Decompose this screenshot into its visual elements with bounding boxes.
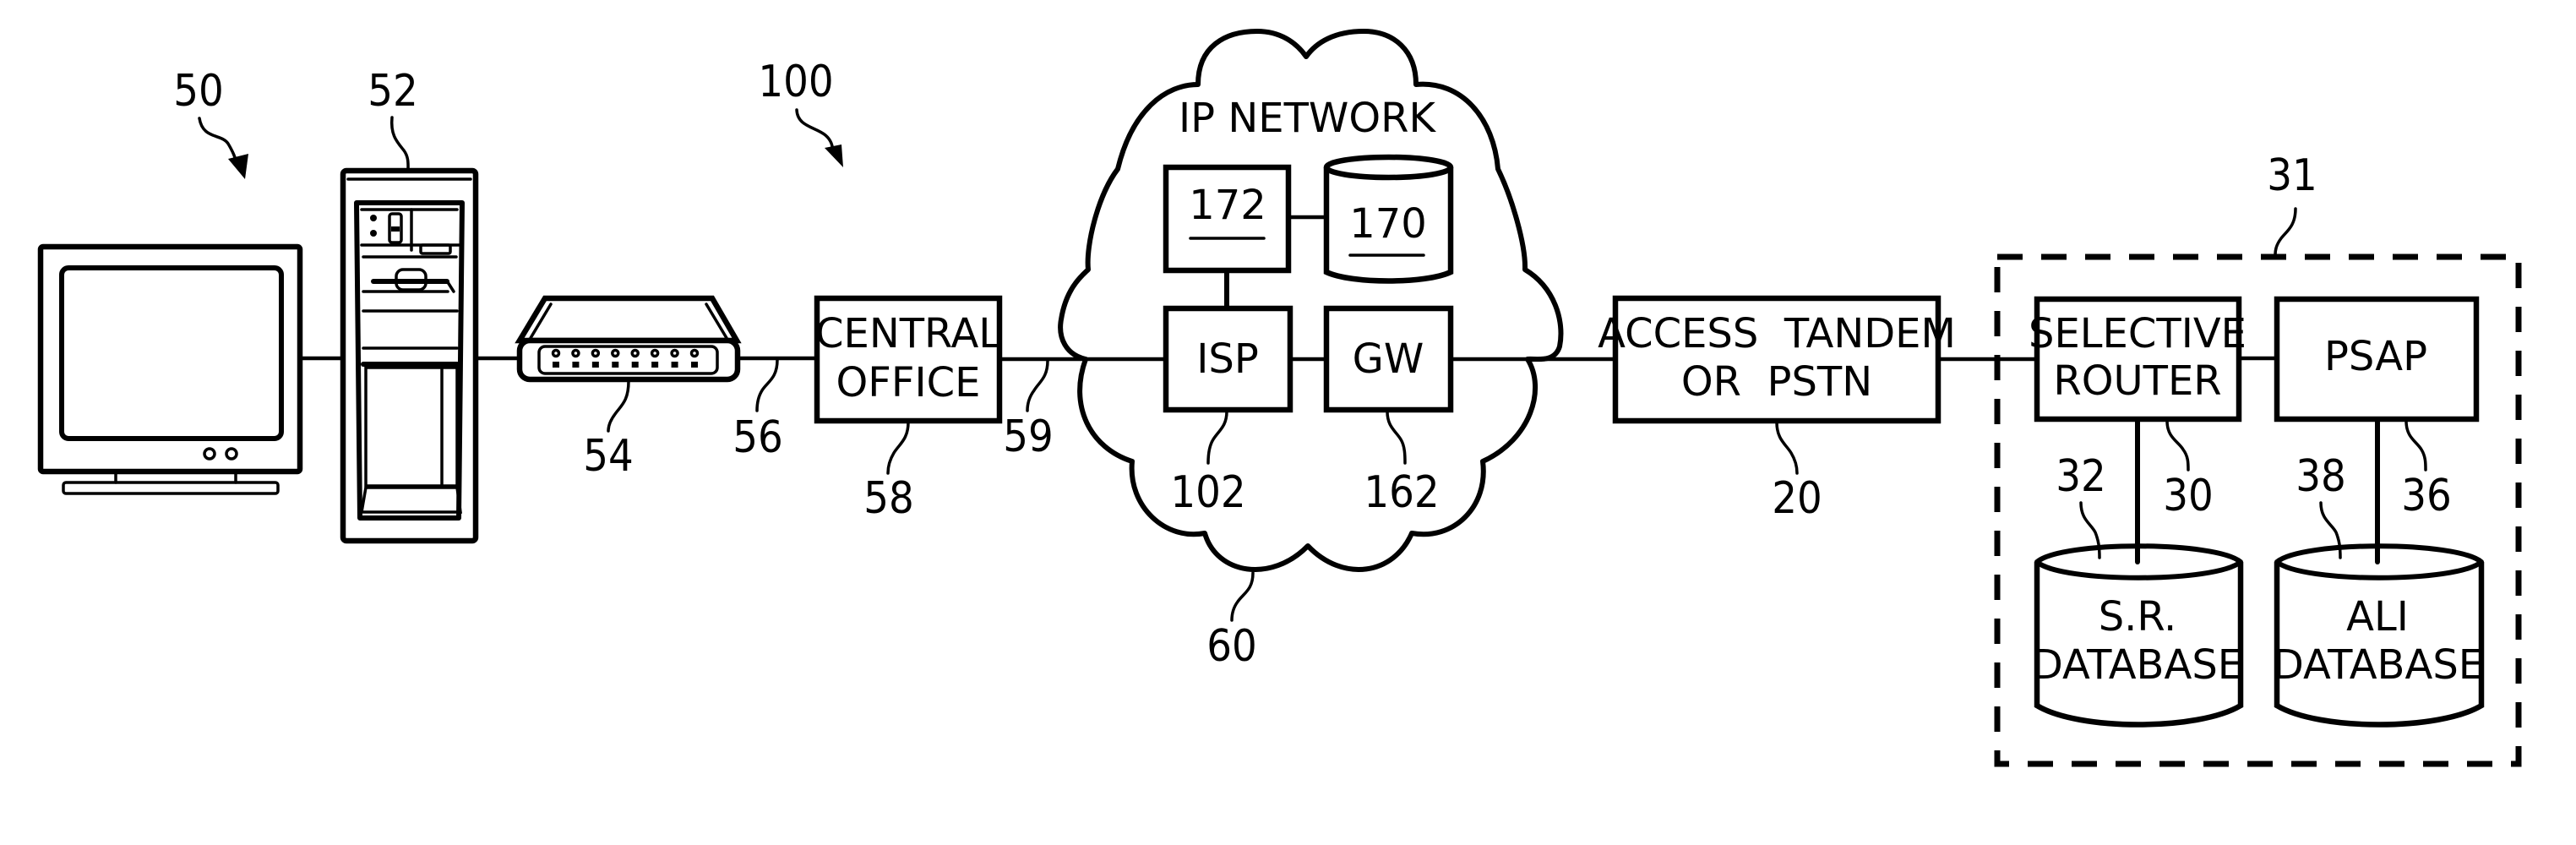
modem-icon [515,295,742,383]
leader-line-selective-router [2165,419,2190,472]
computer-monitor-icon [37,243,303,495]
server-label: 172 [1189,182,1266,229]
modem-led-label-mark [691,362,698,368]
leader-line-modem [607,379,630,433]
gateway-label: GW [1353,335,1424,383]
reference-arrow-system [795,108,843,167]
access-tandem-label-line2: OR PSTN [1681,358,1872,406]
ref-label-ip-network: 60 [1206,621,1257,672]
ref-label-sr-database: 32 [2056,451,2106,502]
access-tandem-block: ACCESS TANDEM OR PSTN [1598,295,1956,424]
ref-label-gateway: 162 [1364,467,1439,518]
isp-block: ISP [1163,305,1293,413]
leader-line-access-tandem [1775,421,1799,475]
sr-database-label-line1: S.R. [2099,593,2177,641]
leader-line-link-56 [755,358,779,412]
leader-line-ip-network [1230,571,1255,622]
ref-label-tower: 52 [368,66,418,117]
ref-label-isp: 102 [1170,467,1245,518]
modem-led-label-mark [631,362,639,368]
leader-line-central-office [886,421,910,475]
ref-label-psap: 36 [2401,471,2452,521]
ref-label-link-59: 59 [1003,412,1054,462]
leader-line-link-59 [1026,359,1049,412]
central-office-label-line1: CENTRAL [815,310,1001,357]
ref-label-emergency-system: 31 [2267,150,2317,201]
leader-line-tower [389,116,410,172]
ali-database-cylinder: ALI DATABASE [2273,538,2485,728]
selective-router-label-line2: ROUTER [2053,357,2221,405]
database-cylinder-170: 170 [1323,154,1454,284]
central-office-block: CENTRAL OFFICE [814,295,1003,424]
gateway-block: GW [1323,305,1454,413]
ref-label-computer: 50 [173,66,224,117]
reference-arrow-computer [198,117,248,179]
sr-database-cylinder: S.R. DATABASE [2032,538,2244,728]
ref-label-ali-database: 38 [2296,451,2346,502]
leader-line-emergency-system [2274,207,2297,257]
ali-database-label-line2: DATABASE [2273,641,2484,689]
selective-router-label-line1: SELECTIVE [2029,310,2247,357]
ref-label-central-office: 58 [863,473,914,524]
ref-label-link-56: 56 [732,412,783,463]
modem-led-label-mark [572,362,580,368]
leader-line-isp [1206,410,1228,465]
modem-led-label-mark [671,362,678,368]
leader-line-psap [2404,419,2427,472]
ref-label-modem: 54 [583,431,634,482]
modem-led-label-mark [553,362,559,368]
ali-database-label-line1: ALI [2346,593,2409,641]
ip-network-title: IP NETWORK [1179,95,1437,142]
database-label: 170 [1349,200,1427,248]
modem-led-label-mark [612,362,619,368]
modem-led-label-mark [651,362,659,368]
server-block-172: 172 [1163,164,1292,274]
ip-network-cloud: IP NETWORK [1058,29,1564,572]
ref-label-system: 100 [758,57,833,107]
leader-line-gateway [1386,410,1407,465]
network-diagram: 50 52 54 56 100 CENTRAL OFFICE 58 59 IP … [0,0,2576,845]
sr-database-label-line2: DATABASE [2032,641,2243,689]
isp-label: ISP [1196,335,1259,383]
psap-block: PSAP [2274,296,2480,422]
psap-label: PSAP [2324,333,2427,380]
selective-router-block: SELECTIVE ROUTER [2029,296,2247,422]
access-tandem-label-line1: ACCESS TANDEM [1598,310,1956,357]
ref-label-access-tandem: 20 [1772,473,1822,524]
modem-led-label-mark [591,362,599,368]
central-office-label-line2: OFFICE [836,359,981,406]
ref-label-selective-router: 30 [2163,471,2214,521]
desktop-tower-icon [340,167,479,544]
